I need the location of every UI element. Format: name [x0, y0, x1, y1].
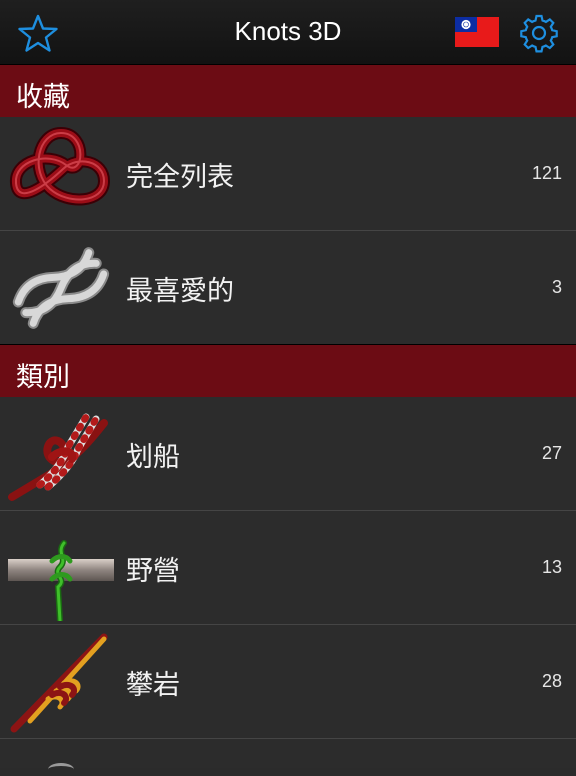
taiwan-flag-icon[interactable] — [455, 17, 499, 47]
list-item-full-list[interactable]: 完全列表 121 — [0, 117, 576, 231]
list-item-label: 野營 — [126, 556, 180, 587]
camping-knot-icon — [8, 515, 114, 624]
list-item-count: 27 — [541, 443, 562, 463]
list-item-favorites[interactable]: 最喜愛的 3 — [0, 231, 576, 345]
list-item-partial[interactable] — [0, 739, 576, 768]
section-header-favorites: 收藏 — [0, 64, 576, 118]
list-item-count: 121 — [531, 163, 562, 183]
list-item-label: 完全列表 — [126, 162, 234, 193]
braided-knot-icon — [8, 235, 114, 341]
partial-knot-icon — [48, 763, 74, 776]
list-item-label: 攀岩 — [126, 670, 180, 701]
list-item-count: 28 — [541, 671, 562, 691]
list-item-count: 13 — [541, 557, 562, 577]
boating-knot-icon — [8, 401, 114, 507]
list-item-label: 最喜愛的 — [126, 276, 234, 307]
gear-icon[interactable] — [519, 13, 559, 53]
list-item-camping[interactable]: 野營 13 — [0, 511, 576, 625]
list-item-count: 3 — [551, 277, 562, 297]
navigation-bar: Knots 3D — [0, 0, 576, 65]
section-title: 類別 — [16, 362, 70, 393]
list-item-climbing[interactable]: 攀岩 28 — [0, 625, 576, 739]
section-title: 收藏 — [16, 82, 70, 113]
climbing-knot-icon — [8, 629, 114, 735]
trefoil-knot-icon — [8, 121, 114, 227]
list-item-label: 划船 — [126, 442, 180, 473]
list-item-boating[interactable]: 划船 27 — [0, 397, 576, 511]
section-header-categories: 類別 — [0, 344, 576, 398]
